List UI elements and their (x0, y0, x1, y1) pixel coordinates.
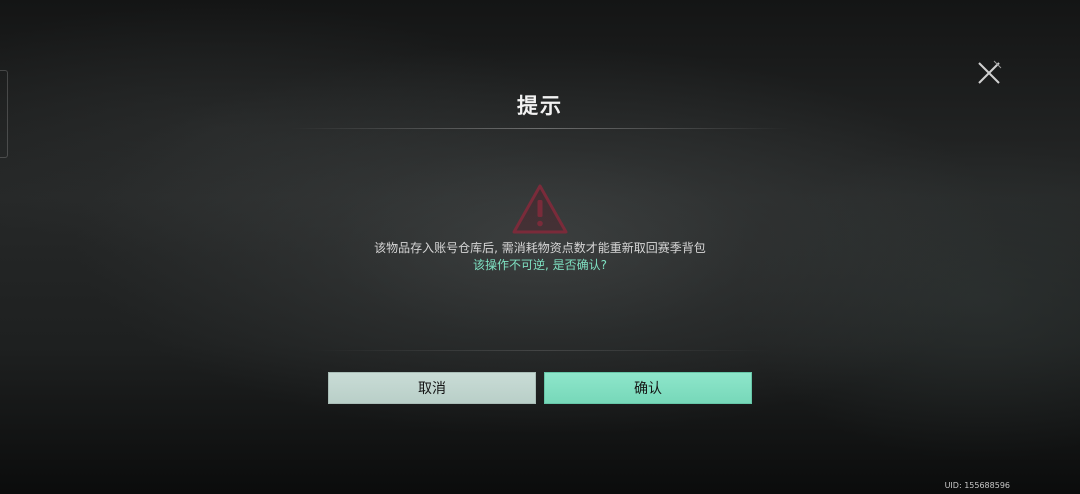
uid-label: UID: 155688596 (944, 481, 1010, 490)
confirm-button[interactable]: 确认 (544, 372, 752, 404)
dialog-confirm-question: 该操作不可逆, 是否确认? (473, 258, 607, 272)
bottom-divider (310, 350, 770, 351)
confirm-button-label: 确认 (634, 381, 662, 397)
cancel-button-label: 取消 (418, 381, 446, 397)
warning-icon (511, 183, 569, 235)
close-button[interactable] (972, 56, 1006, 90)
dialog-message: 该物品存入账号仓库后, 需消耗物资点数才能重新取回赛季背包 (374, 241, 706, 255)
close-icon (978, 60, 1002, 84)
game-screen: 提示 该物品存入账号仓库后, 需消耗物资点数才能重新取回赛季背包 该操作不可逆,… (0, 0, 1080, 494)
dialog-title: 提示 (517, 94, 563, 118)
cancel-button[interactable]: 取消 (328, 372, 536, 404)
title-divider (290, 128, 790, 129)
